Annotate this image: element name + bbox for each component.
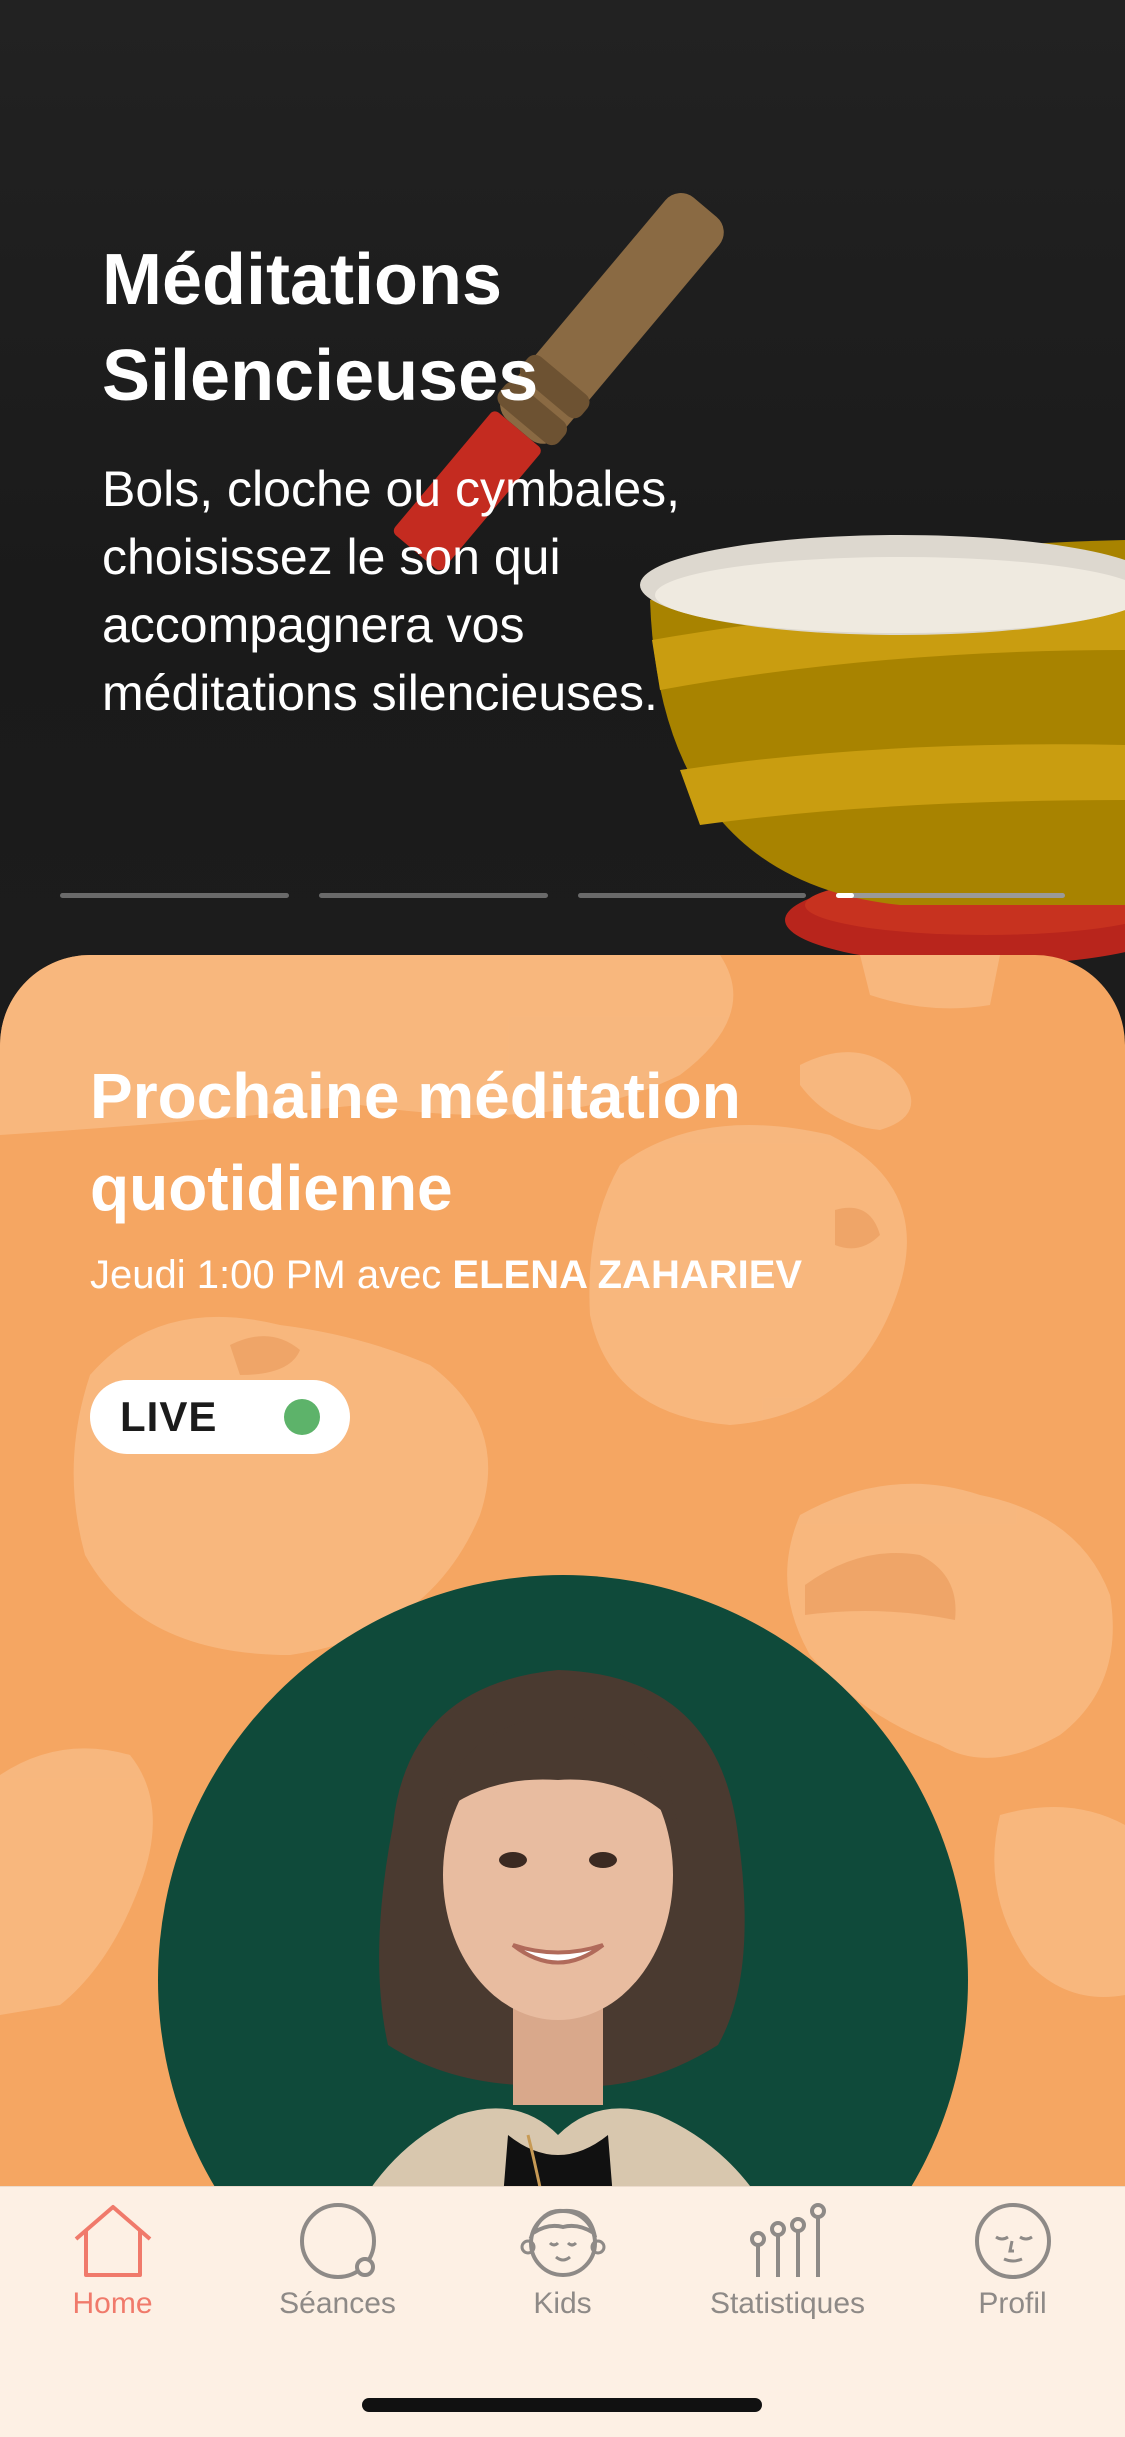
hero-title-line2: Silencieuses bbox=[102, 336, 539, 416]
card-title-line2: quotidienne bbox=[90, 1152, 453, 1224]
tab-label-statistiques: Statistiques bbox=[709, 2287, 866, 2320]
home-icon bbox=[74, 2205, 151, 2277]
tab-home[interactable]: Home bbox=[0, 2201, 225, 2351]
tab-statistiques[interactable]: Statistiques bbox=[675, 2201, 900, 2351]
schedule-text: Jeudi 1:00 PM avec bbox=[90, 1253, 453, 1297]
tab-label-seances: Séances bbox=[279, 2287, 396, 2320]
sessions-circle-icon bbox=[299, 2203, 376, 2279]
card-title: Prochaine méditation quotidienne bbox=[90, 1050, 990, 1234]
carousel-pager[interactable] bbox=[60, 893, 1065, 899]
pager-segment[interactable] bbox=[318, 893, 548, 898]
hero-title: Méditations Silencieuses bbox=[102, 232, 662, 424]
pager-segment[interactable] bbox=[60, 893, 289, 898]
live-status-dot bbox=[284, 1399, 320, 1435]
tab-label-profil: Profil bbox=[978, 2287, 1047, 2320]
host-name: ELENA ZAHARIEV bbox=[452, 1253, 803, 1297]
pager-segment[interactable] bbox=[577, 893, 807, 898]
hero-banner[interactable]: Méditations Silencieuses Bols, cloche ou… bbox=[0, 0, 1125, 1000]
kid-face-icon bbox=[520, 2208, 605, 2277]
live-badge[interactable]: LIVE bbox=[90, 1380, 350, 1454]
live-label: LIVE bbox=[120, 1393, 218, 1440]
instructor-portrait-illustration bbox=[336, 1670, 789, 2255]
profile-face-icon bbox=[974, 2203, 1051, 2279]
tab-label-kids: Kids bbox=[533, 2287, 592, 2320]
tab-label-home: Home bbox=[72, 2287, 153, 2320]
hero-title-line1: Méditations bbox=[102, 240, 503, 320]
tab-profil[interactable]: Profil bbox=[900, 2201, 1125, 2351]
card-title-line1: Prochaine méditation bbox=[90, 1060, 741, 1132]
hero-description: Bols, cloche ou cymbales, choisissez le … bbox=[102, 461, 681, 721]
stats-icon bbox=[749, 2203, 826, 2277]
instructor-avatar[interactable] bbox=[158, 1575, 968, 2255]
pager-segment-active[interactable] bbox=[836, 893, 1065, 898]
session-schedule: Jeudi 1:00 PM avec ELENA ZAHARIEV bbox=[90, 1250, 802, 1300]
home-indicator[interactable] bbox=[362, 2398, 762, 2412]
tab-kids[interactable]: Kids bbox=[450, 2201, 675, 2351]
tab-seances[interactable]: Séances bbox=[225, 2201, 450, 2351]
next-meditation-card[interactable]: Prochaine méditation quotidienne Jeudi 1… bbox=[0, 955, 1125, 2255]
